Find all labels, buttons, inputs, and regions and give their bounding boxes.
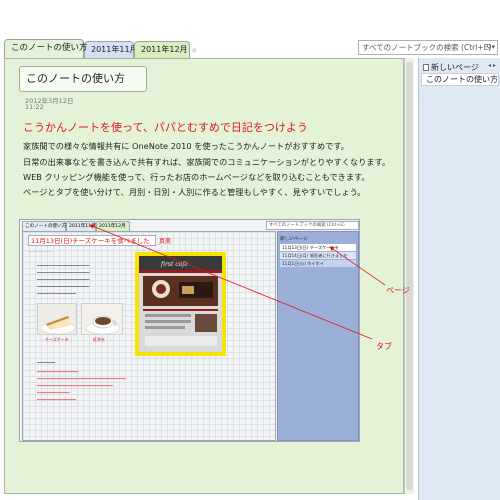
cafe-website-clip: first cafe (139, 256, 222, 352)
embedded-page-item: 11月14日(月) 歯医者に行きました (280, 252, 356, 259)
new-page-icon (423, 64, 429, 71)
page-title[interactable]: このノートの使い方 (19, 66, 147, 92)
embedded-comment-heading: ━━━━━━━━ (37, 360, 56, 365)
annotation-tab-label: タブ (376, 342, 392, 351)
embedded-red-text: ━━━━━━━━━━━━━━━━━━━━━━━━━━━━━━━━━━━━━━━━… (37, 377, 126, 381)
body-line: 日常の出来事などを書き込んで共有すれば、家族間でのコミュニケーションがとりやすく… (23, 157, 391, 167)
embedded-new-page: 新しいページ (280, 237, 308, 242)
search-icon[interactable]: ⚲▾ (486, 41, 495, 54)
vertical-scrollbar[interactable] (404, 58, 414, 494)
embedded-tab: 2011年12月 (96, 221, 130, 231)
tab-2011-dec[interactable]: 2011年12月 (134, 41, 190, 58)
embedded-text-line: ━━━━━━━━━━━━━━━━━━━━━━━ (37, 277, 90, 282)
body-line: 家族間での様々な情報共有に OneNote 2010 を使ったこうかんノートがお… (23, 141, 349, 151)
embedded-tab: このノートの使い方 (22, 221, 66, 231)
embedded-page-list: 新しいページ 11月13日(日) チーズケーキを 11月14日(月) 歯医者に行… (277, 231, 359, 441)
embedded-page-title: 11月13日(日)チーズケーキを食べました (28, 235, 156, 246)
embedded-page-item: 11月1日(火) ホイホイ (280, 260, 356, 267)
embedded-screenshot: このノートの使い方 2011年11月 2011年12月 すべてのノートブックの検… (19, 219, 360, 442)
tab-how-to-use[interactable]: このノートの使い方 (4, 39, 88, 58)
add-section-icon[interactable]: ☼ (191, 47, 197, 55)
embedded-red-text: ━━━━━━━━━━━━━━━ (37, 391, 70, 395)
photo-caption: 紅茶を (93, 337, 105, 342)
embedded-red-text: ━━━━━━━━━━━━━━━━━━ (37, 398, 76, 402)
embedded-text-line: ━━━━━━━━━━━━━━━━━━━━━━━ (37, 270, 90, 275)
body-line: WEB クリッピング機能を使って、行ったお店のホームページなどを取り込むこともで… (23, 172, 370, 182)
embedded-date: _____________ (28, 248, 52, 252)
tab-2011-nov[interactable]: 2011年11月 (84, 41, 138, 58)
section-tab-bar: このノートの使い方 2011年11月 2011年12月 ☼ すべてのノートブック… (0, 36, 500, 58)
body-line: ページとタブを使い分けて、月別・日別・人別に作ると管理もしやすく、見やすいでしょ… (23, 187, 366, 197)
page-headline: こうかんノートを使って、パパとむすめで日記をつけよう (23, 121, 308, 134)
embedded-text-line: ━━━━━━━━━━━━━━━━━━━━━━━ (37, 284, 90, 289)
onenote-window: このノートの使い方 2011年11月 2011年12月 ☼ すべてのノートブック… (0, 0, 500, 500)
note-page[interactable]: このノートの使い方 2012年3月12日 11:22 こうかんノートを使って、パ… (4, 58, 404, 494)
scrollbar-thumb[interactable] (406, 62, 413, 490)
embedded-text-line: ━━━━━━━━━━━━━━━━━━━━━━━ (37, 263, 90, 268)
embedded-tab: 2011年11月 (66, 221, 96, 231)
search-placeholder: すべてのノートブックの検索 (Ctrl+E) (362, 43, 492, 52)
embedded-page: 11月13日(日)チーズケーキを食べました 真美 _____________ ━… (22, 231, 276, 441)
embedded-author: 真美 (159, 238, 172, 245)
new-page-label: 新しいページ (431, 63, 479, 72)
page-list-panel: 新しいページ ◂ ▸ このノートの使い方 (418, 58, 500, 500)
embedded-page-item: 11月13日(日) チーズケーキを (280, 244, 356, 251)
new-page-button[interactable]: 新しいページ (423, 62, 479, 73)
embedded-red-text: ━━━━━━━━━━━━━━━━━━━ (37, 370, 79, 374)
cafe-name: first cafe (160, 261, 188, 268)
annotation-page-label: ページ (386, 286, 410, 295)
embedded-text-line: ━━━━━━━━━━━━━━━━━ (37, 291, 76, 296)
photo-caption: チーズケーキ (45, 337, 69, 342)
page-list-item[interactable]: このノートの使い方 (421, 73, 499, 86)
cheesecake-photo (37, 303, 77, 335)
page-time: 11:22 (25, 103, 44, 111)
tea-photo (81, 303, 123, 335)
panel-arrows-icon[interactable]: ◂ ▸ (488, 62, 496, 69)
embedded-red-text: ━━━━━━━━━━━━━━━━━━━━━━━━━━━━━━━━━━━ (37, 384, 113, 388)
search-input[interactable]: すべてのノートブックの検索 (Ctrl+E) ⚲▾ (358, 40, 498, 55)
embedded-search: すべてのノートブックの検索 (Ctrl+E) (266, 221, 359, 230)
